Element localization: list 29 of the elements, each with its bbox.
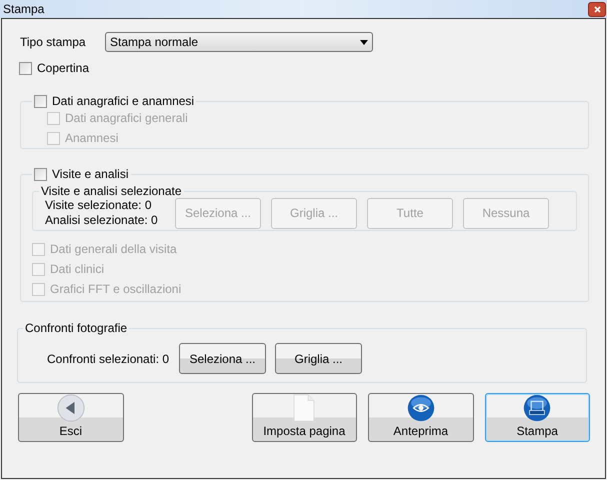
checkbox-label: Copertina — [37, 60, 90, 77]
footer-button[interactable]: Stampa — [484, 393, 590, 442]
checkbox-label: Anamnesi — [65, 130, 118, 147]
close-icon — [594, 6, 600, 12]
dialog-button[interactable]: Seleziona ... — [179, 343, 266, 374]
dialog-button[interactable]: Griglia ... — [275, 343, 362, 374]
footer-button[interactable]: Anteprima — [368, 393, 474, 442]
checkbox-label: Dati generali della visita — [50, 241, 177, 258]
checkbox-label: Dati clinici — [50, 261, 104, 278]
selection-count: Confronti selezionati: 0 — [47, 350, 170, 368]
group-label: Visite e analisi — [52, 166, 128, 183]
checkbox[interactable] — [34, 94, 47, 108]
field-label: Tipo stampa — [19, 34, 87, 51]
print-type-dropdown[interactable]: Stampa normale — [105, 32, 373, 52]
group-label: Dati anagrafici e anamnesi — [52, 93, 194, 110]
checkbox-label: Dati anagrafici generali — [65, 110, 188, 127]
selection-count: Visite selezionate: 0 — [45, 198, 153, 213]
checkbox[interactable] — [34, 168, 47, 180]
blank-page-icon — [291, 394, 318, 422]
window-title: Stampa — [3, 1, 44, 18]
dropdown-arrow-icon — [360, 40, 368, 44]
close-button[interactable] — [588, 2, 606, 16]
group-title: Visite e analisi selezionate — [41, 184, 182, 198]
footer-button[interactable]: Imposta pagina — [252, 393, 357, 442]
checkbox[interactable] — [19, 62, 32, 74]
selection-count: Analisi selezionate: 0 — [45, 213, 159, 228]
group-title: Confronti fotografie — [25, 321, 128, 335]
footer-button[interactable]: Esci — [18, 393, 124, 442]
checkbox-label: Grafici FFT e oscillazioni — [50, 281, 182, 298]
